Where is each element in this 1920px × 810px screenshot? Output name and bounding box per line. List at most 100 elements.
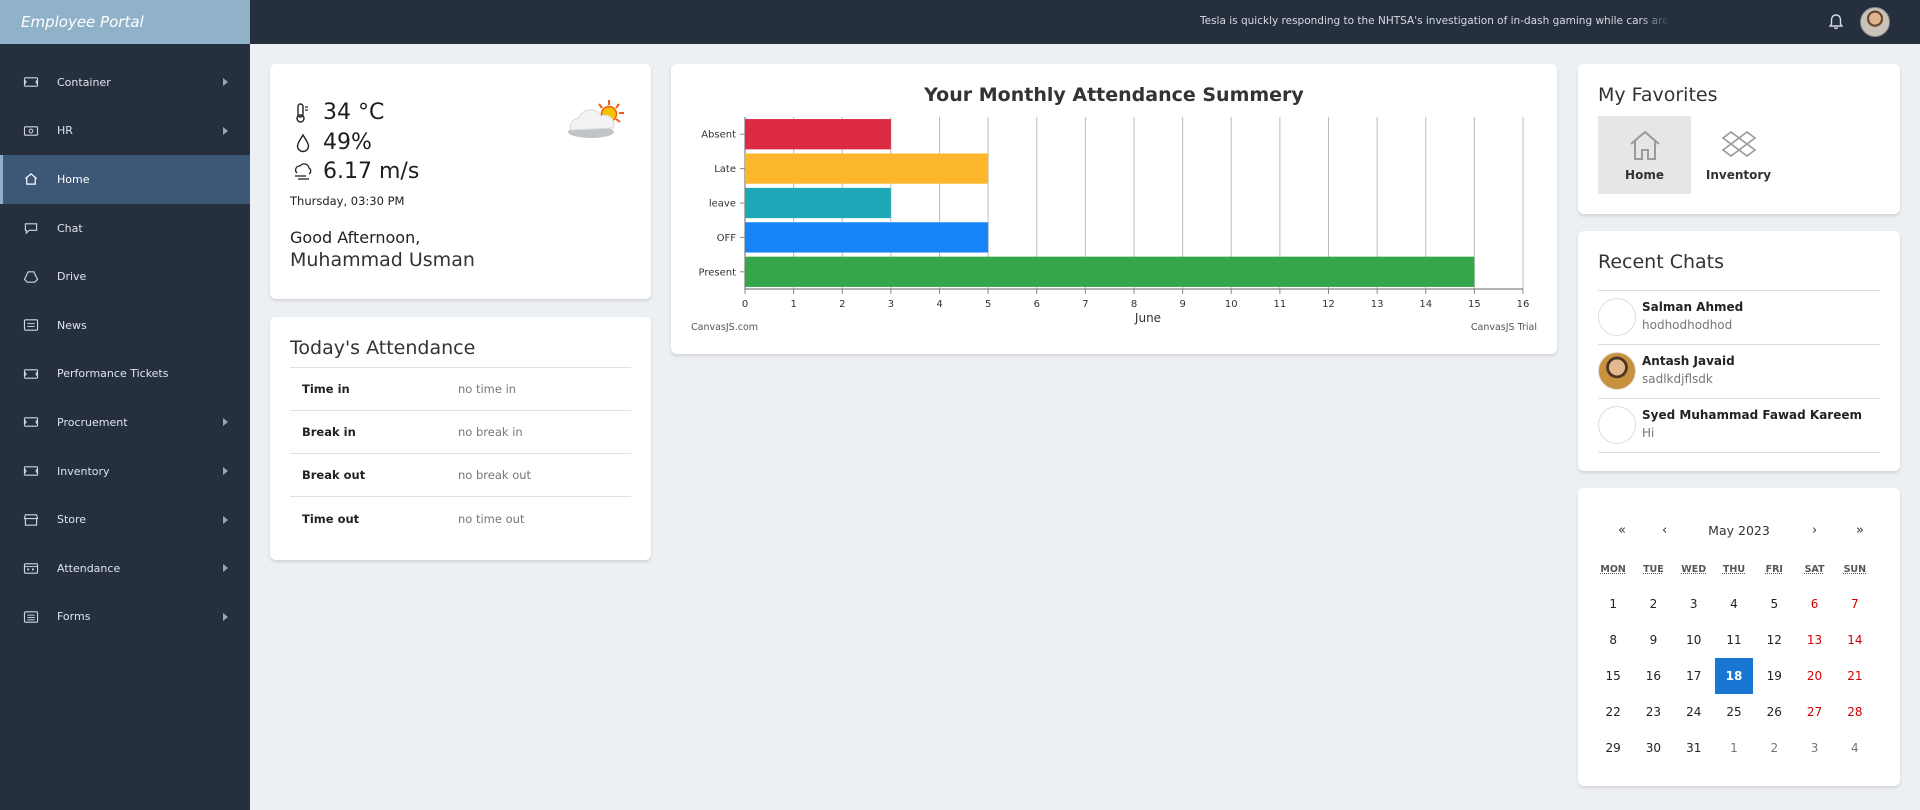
calendar-day[interactable]: 28 [1836,694,1874,730]
calendar-day[interactable]: 19 [1755,658,1793,694]
calendar-day[interactable]: 1 [1594,586,1632,622]
calendar-day[interactable]: 13 [1795,622,1833,658]
sidebar-item-drive[interactable]: Drive [0,252,250,301]
calendar-day[interactable]: 29 [1594,730,1632,766]
y-tick-label: leave [709,199,736,210]
bar-leave[interactable] [745,187,891,219]
sidebar-item-performance-tickets[interactable]: Performance Tickets [0,350,250,399]
x-tick-label: 13 [1371,299,1384,310]
attendance-table: Time in no time in Break in no break in Brea… [290,367,631,540]
calendar-day[interactable]: 12 [1755,622,1793,658]
x-tick-label: 9 [1179,299,1185,310]
bar-absent[interactable] [745,119,891,150]
weekday-header: SUN [1843,564,1867,575]
calendar-month-label[interactable]: May 2023 [1578,523,1900,538]
calendar-day[interactable]: 25 [1715,694,1753,730]
sidebar-item-news[interactable]: News [0,301,250,350]
partly-cloudy-icon [568,100,624,138]
next-month-button[interactable]: › [1812,523,1817,538]
attendance-chart-card: Your Monthly Attendance Summery 01234567… [671,64,1557,354]
bar-off[interactable] [745,222,989,253]
attendance-row: Time in no time in [290,368,631,411]
calendar-day[interactable]: 11 [1715,622,1753,658]
calendar-day[interactable]: 21 [1836,658,1874,694]
calendar-day[interactable]: 23 [1634,694,1672,730]
calendar-day[interactable]: 15 [1594,658,1632,694]
user-name: Muhammad Usman [290,249,475,271]
bell-icon[interactable] [1828,13,1844,31]
sidebar-item-store[interactable]: Store [0,495,250,544]
weekday-header: THU [1722,564,1746,575]
sidebar-item-hr[interactable]: HR [0,107,250,156]
bar-present[interactable] [745,256,1475,287]
x-tick-label: 1 [790,299,796,310]
calendar-day[interactable]: 10 [1675,622,1713,658]
app-title[interactable]: Employee Portal [0,0,250,44]
x-tick-label: 15 [1468,299,1481,310]
calendar-day[interactable]: 5 [1755,586,1793,622]
calendar-day[interactable]: 18 [1714,658,1754,694]
sidebar-item-home[interactable]: Home [0,155,250,204]
attendance-label: Time out [302,511,360,526]
chat-item[interactable]: Salman Ahmed hodhodhodhod [1598,291,1880,345]
favorite-home[interactable]: Home [1598,116,1691,194]
calendar-day[interactable]: 20 [1795,658,1833,694]
calendar-day[interactable]: 14 [1836,622,1874,658]
weekday-header: TUE [1643,564,1664,575]
calendar-day[interactable]: 24 [1675,694,1713,730]
next-year-button[interactable]: » [1856,523,1864,538]
x-tick-label: 16 [1517,299,1530,310]
calendar-day[interactable]: 9 [1634,622,1672,658]
calendar-day[interactable]: 4 [1836,730,1874,766]
calendar-day[interactable]: 3 [1675,586,1713,622]
calendar-day[interactable]: 31 [1675,730,1713,766]
favorite-inventory[interactable]: Inventory [1692,116,1785,194]
x-tick-label: 12 [1322,299,1335,310]
chat-contact-name: Salman Ahmed [1642,300,1744,314]
sidebar-item-chat[interactable]: Chat [0,204,250,253]
calendar-day[interactable]: 22 [1594,694,1632,730]
sidebar-item-container[interactable]: Container [0,58,250,107]
x-tick-label: 11 [1274,299,1287,310]
x-tick-label: 3 [888,299,894,310]
calendar-day[interactable]: 7 [1836,586,1874,622]
attendance-label: Break in [302,425,356,439]
sidebar-item-procruement[interactable]: Procruement [0,398,250,447]
droplet-icon [296,133,310,152]
attendance-bar-chart: 0 1 2 3 4 5 6 7 8 9 10 11 12 13 14 15 16AbsentLateleaveO… [698,117,1530,325]
bar-late[interactable] [745,153,989,184]
avatar [1598,406,1636,444]
wind-cloud-icon [295,162,312,180]
ticket-icon [22,75,40,89]
calendar-card: « ‹ May 2023 › » MON TUE WED THU FRI SAT SUN 1 2… [1578,488,1900,786]
sidebar-item-attendance[interactable]: Attendance [0,544,250,593]
news-ticker[interactable]: Tesla is quickly responding to the NHTSA… [1200,15,1670,31]
calendar-day[interactable]: 1 [1715,730,1753,766]
chevron-right-icon [223,126,228,135]
calendar-day[interactable]: 2 [1634,586,1672,622]
form-icon [22,610,40,624]
calendar-day[interactable]: 2 [1755,730,1793,766]
user-avatar[interactable] [1860,7,1890,37]
x-tick-label: 8 [1131,299,1137,310]
attendance-label: Time in [302,382,350,396]
calendar-day[interactable]: 27 [1795,694,1833,730]
chat-item[interactable]: Syed Muhammad Fawad Kareem Hi [1598,399,1880,453]
calendar-day[interactable]: 3 [1795,730,1833,766]
calendar-day[interactable]: 17 [1675,658,1713,694]
chevron-right-icon [223,515,228,524]
x-tick-label: 14 [1419,299,1432,310]
calendar-day[interactable]: 8 [1594,622,1632,658]
attendance-value: no time out [458,511,525,526]
calendar-day[interactable]: 26 [1755,694,1793,730]
sidebar-item-forms[interactable]: Forms [0,593,250,642]
x-tick-label: 0 [742,299,748,310]
chart-credit-left[interactable]: CanvasJS.com [691,322,758,333]
calendar-day[interactable]: 4 [1715,586,1753,622]
calendar-day[interactable]: 16 [1634,658,1672,694]
chat-item[interactable]: Antash Javaid sadlkdjflsdk [1598,345,1880,399]
sidebar-item-inventory[interactable]: Inventory [0,447,250,496]
calendar-day[interactable]: 30 [1634,730,1672,766]
calendar-day[interactable]: 6 [1795,586,1833,622]
x-tick-label: 4 [936,299,942,310]
